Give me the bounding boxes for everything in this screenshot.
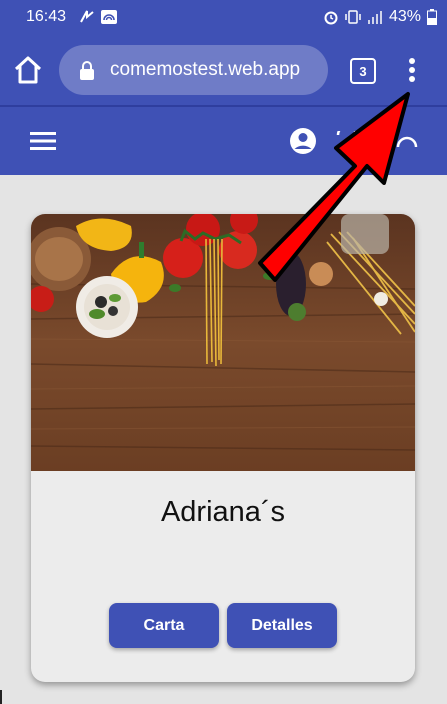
carta-button[interactable]: Carta xyxy=(109,603,219,648)
status-time: 16:43 xyxy=(26,8,67,25)
lock-icon xyxy=(80,61,94,80)
more-vert-icon[interactable] xyxy=(402,54,422,86)
detalles-button[interactable]: Detalles xyxy=(227,603,337,648)
menu-icon[interactable] xyxy=(30,131,56,151)
battery-percent: 43% xyxy=(388,8,421,25)
status-right: 43% xyxy=(323,8,437,26)
nfc-icon xyxy=(80,10,94,23)
url-bar[interactable]: comemostest.web.app xyxy=(59,45,328,95)
restaurant-name: Adriana´s xyxy=(160,496,286,528)
battery-icon xyxy=(427,9,437,25)
edge-mark xyxy=(0,690,2,704)
browser-toolbar: comemostest.web.app 3 xyxy=(0,34,447,106)
home-icon[interactable] xyxy=(12,54,44,86)
account-circle-icon[interactable] xyxy=(289,127,317,155)
restaurant-card: Adriana´s Carta Detalles xyxy=(31,214,415,682)
status-bar: 16:43 43% xyxy=(0,0,447,34)
logout-icon[interactable] xyxy=(396,131,418,151)
url-text: comemostest.web.app xyxy=(110,59,301,80)
app-toolbar xyxy=(0,107,447,175)
alarm-icon xyxy=(324,11,338,25)
restaurant-image xyxy=(31,214,415,471)
vibrate-icon xyxy=(345,10,361,24)
cart-icon[interactable] xyxy=(336,131,358,151)
tab-switcher-button[interactable]: 3 xyxy=(350,58,376,84)
cast-icon xyxy=(101,10,117,24)
signal-icon xyxy=(367,11,382,24)
